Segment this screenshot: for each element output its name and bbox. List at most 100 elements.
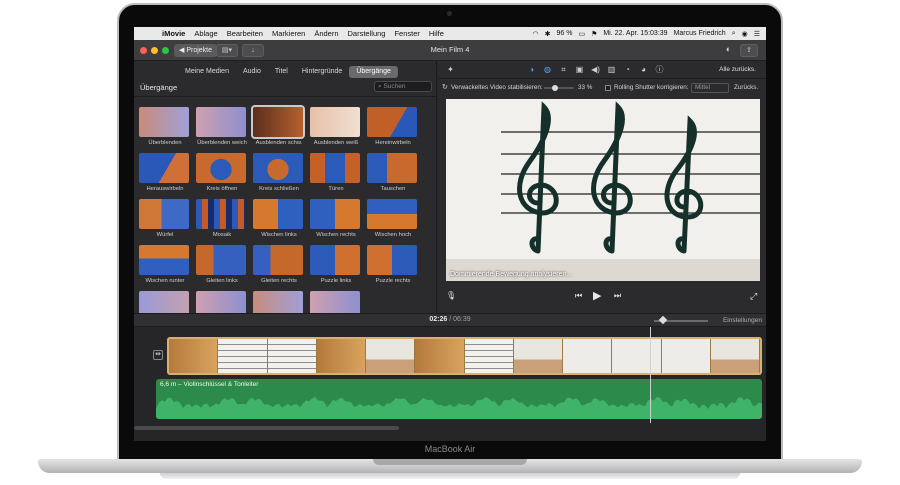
- menu-list-icon[interactable]: ☰: [754, 30, 760, 38]
- adjustment-toolbar: ✦ ◑ ◍ ⌗ ▣ ◀) ▥ ◔ ◕ ⓘ Alle zurücks.: [438, 61, 766, 79]
- transition-thumbnail: [367, 199, 417, 229]
- transition-tile[interactable]: Gleiten rechts: [253, 245, 305, 284]
- transition-thumbnail: [367, 153, 417, 183]
- microphone-icon[interactable]: 🎙: [446, 291, 456, 300]
- transition-tile[interactable]: Mosaik: [196, 199, 248, 238]
- video-clip[interactable]: [167, 337, 762, 375]
- search-placeholder: Suchen: [383, 83, 406, 90]
- transition-thumbnail: [139, 245, 189, 275]
- rolling-shutter-label: Rolling Shutter korrigieren:: [614, 84, 689, 91]
- noise-reduction-icon[interactable]: ▥: [606, 65, 617, 75]
- transition-thumbnail: [139, 153, 189, 183]
- share-button[interactable]: ⇪: [740, 44, 758, 57]
- reset-all-button[interactable]: Alle zurücks.: [719, 66, 756, 73]
- tab-transitions[interactable]: Übergänge: [349, 66, 398, 78]
- search-icon[interactable]: ⌕: [732, 30, 736, 38]
- transition-tile[interactable]: Wischen hoch: [367, 199, 419, 238]
- transition-label: Gleiten rechts: [261, 278, 297, 284]
- viewer: ✦ ◑ ◍ ⌗ ▣ ◀) ▥ ◔ ◕ ⓘ Alle zurücks. ↻ Ver…: [438, 61, 766, 313]
- menu-item-fenster[interactable]: Fenster: [394, 29, 419, 38]
- wifi-icon[interactable]: ◠: [532, 30, 538, 38]
- menu-item-hilfe[interactable]: Hilfe: [429, 29, 444, 38]
- playback-controls: 🎙 ⏮ ▶ ⏭ ⤢: [438, 289, 766, 305]
- transition-tile[interactable]: Ausblenden weiß: [310, 107, 362, 146]
- color-correction-icon[interactable]: ◍: [542, 65, 553, 75]
- menu-item-ablage[interactable]: Ablage: [194, 29, 217, 38]
- clip-trimmer-icon[interactable]: ⇹: [153, 350, 163, 360]
- stabilize-slider[interactable]: [544, 85, 574, 91]
- rolling-shutter-select[interactable]: Mittel: [691, 83, 729, 93]
- transition-thumbnail: [196, 107, 246, 137]
- battery-icon[interactable]: ▭: [578, 30, 585, 38]
- transition-tile[interactable]: Hereinwirbeln: [367, 107, 419, 146]
- project-title: Mein Film 4: [430, 45, 470, 54]
- color-balance-icon[interactable]: ◑: [526, 65, 537, 75]
- user-name[interactable]: Marcus Friedrich: [674, 30, 726, 37]
- stabilization-icon[interactable]: ▣: [574, 65, 585, 75]
- flag-icon[interactable]: ⚑: [591, 30, 597, 38]
- magic-wand-icon[interactable]: ✦: [445, 65, 456, 75]
- speed-icon[interactable]: ◔: [622, 65, 633, 75]
- menu-item-darstellung[interactable]: Darstellung: [348, 29, 386, 38]
- tab-audio[interactable]: Audio: [236, 66, 268, 78]
- transition-thumbnail: [253, 245, 303, 275]
- transition-tile[interactable]: Kreis öffnen: [196, 153, 248, 192]
- next-icon[interactable]: ⏭: [614, 291, 621, 301]
- transition-label: Kreis öffnen: [206, 186, 238, 192]
- clip-frame: [612, 339, 662, 373]
- timeline-scrollbar[interactable]: [134, 426, 399, 430]
- menu-app-name[interactable]: iMovie: [162, 29, 185, 38]
- clip-frame: [563, 339, 613, 373]
- transition-label: Herauswirbeln: [146, 186, 184, 192]
- clip-filter-icon[interactable]: ◕: [638, 65, 649, 75]
- transition-tile[interactable]: Wischen runter: [139, 245, 191, 284]
- transition-tile[interactable]: Würfel: [139, 199, 191, 238]
- zoom-slider[interactable]: [654, 315, 708, 325]
- transition-label: Ausblenden weiß: [313, 140, 359, 146]
- tab-my-media[interactable]: Meine Medien: [178, 66, 236, 78]
- previous-icon[interactable]: ⏮: [575, 291, 582, 301]
- playhead[interactable]: [650, 327, 651, 423]
- audio-clip[interactable]: 6,6 m – Violinschlüssel & Tonleiter: [156, 379, 762, 419]
- current-time: 02:26: [429, 316, 448, 323]
- divider: [134, 96, 437, 97]
- transition-label: Wischen runter: [145, 278, 185, 284]
- menu-item-aendern[interactable]: Ändern: [314, 29, 338, 38]
- transition-tile[interactable]: Gleiten links: [196, 245, 248, 284]
- tab-titles[interactable]: Titel: [268, 66, 295, 78]
- clock[interactable]: Mi. 22. Apr. 15:03:39: [603, 30, 667, 37]
- fullscreen-icon[interactable]: ⤢: [750, 291, 757, 302]
- menu-item-bearbeiten[interactable]: Bearbeiten: [227, 29, 263, 38]
- stabilize-value: 33 %: [578, 84, 593, 91]
- play-icon[interactable]: ▶: [593, 289, 601, 302]
- settings-button[interactable]: Einstellungen: [723, 317, 762, 324]
- bluetooth-icon[interactable]: ✱: [545, 30, 551, 38]
- tab-backgrounds[interactable]: Hintergründe: [295, 66, 349, 78]
- menu-item-markieren[interactable]: Markieren: [272, 29, 305, 38]
- transition-tile[interactable]: Wischen links: [253, 199, 305, 238]
- battery-percent[interactable]: 96 %: [556, 30, 572, 37]
- transition-tile[interactable]: Tauschen: [367, 153, 419, 192]
- transition-tile[interactable]: Wischen rechts: [310, 199, 362, 238]
- enhance-icon[interactable]: ◐: [722, 44, 735, 57]
- info-icon[interactable]: ⓘ: [654, 65, 665, 75]
- rolling-shutter-checkbox[interactable]: [605, 85, 611, 91]
- clip-frame: [169, 339, 219, 373]
- crop-icon[interactable]: ⌗: [558, 65, 569, 75]
- transition-thumbnail: [196, 199, 246, 229]
- transition-tile[interactable]: Ausblenden schw.: [251, 105, 305, 146]
- transition-tile[interactable]: Puzzle rechts: [367, 245, 419, 284]
- volume-icon[interactable]: ◀): [590, 65, 601, 75]
- transition-tile[interactable]: Türen: [310, 153, 362, 192]
- transition-label: Tauschen: [380, 186, 406, 192]
- transition-tile[interactable]: Überblenden: [139, 107, 191, 146]
- transition-tile[interactable]: Überblenden weich: [196, 107, 248, 146]
- search-field[interactable]: ⌕ Suchen: [374, 81, 432, 92]
- clip-frame: [661, 339, 711, 373]
- slider-knob[interactable]: [552, 85, 558, 91]
- siri-icon[interactable]: ◉: [742, 30, 748, 38]
- reset-button[interactable]: Zurücks.: [734, 84, 758, 91]
- transition-tile[interactable]: Kreis schließen: [253, 153, 305, 192]
- transition-tile[interactable]: Herauswirbeln: [139, 153, 191, 192]
- transition-tile[interactable]: Puzzle links: [310, 245, 362, 284]
